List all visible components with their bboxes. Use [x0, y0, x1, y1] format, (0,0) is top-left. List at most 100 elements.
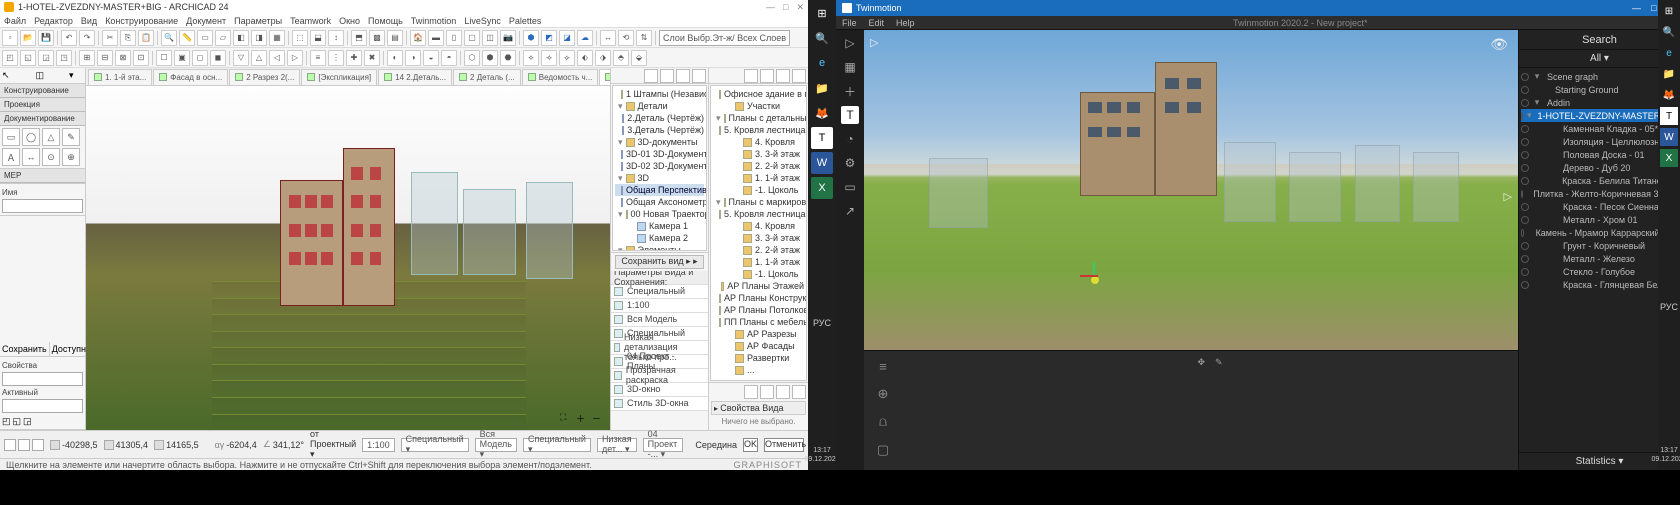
- archicad-3d-viewport[interactable]: ⛶ ＋ －: [86, 86, 610, 430]
- tool-icon[interactable]: △: [42, 128, 60, 146]
- tool-icon[interactable]: ⊞: [79, 50, 95, 66]
- ok-button[interactable]: OK: [743, 438, 758, 452]
- tree-row[interactable]: Развертки: [713, 352, 804, 364]
- tree-row[interactable]: АР Фасады: [713, 340, 804, 352]
- nav-btn-icon[interactable]: [692, 69, 706, 83]
- tm-library-icon[interactable]: ▦: [841, 58, 859, 76]
- taskbar-excel-icon[interactable]: X: [1660, 149, 1678, 167]
- tool-icon[interactable]: ◁: [269, 50, 285, 66]
- mesh-icon[interactable]: ◫: [482, 30, 498, 46]
- tool-icon[interactable]: ◱: [13, 416, 22, 427]
- tm-arrow-icon[interactable]: ▷: [1504, 190, 1512, 203]
- tool-icon[interactable]: ⬙: [631, 50, 647, 66]
- taskbar-word-icon[interactable]: W: [811, 152, 833, 174]
- search-icon[interactable]: 🔍: [161, 30, 177, 46]
- wall-icon[interactable]: ▬: [428, 30, 444, 46]
- tool-icon[interactable]: ▩: [369, 30, 385, 46]
- twinmotion-titlebar[interactable]: Twinmotion — □ ✕: [836, 0, 1680, 16]
- tool-icon[interactable]: ⊙: [42, 148, 60, 166]
- scene-row[interactable]: Краска - Песок Сиенна: [1521, 200, 1678, 213]
- nav-btn-icon[interactable]: [644, 69, 658, 83]
- palette-head[interactable]: Проекция: [0, 98, 85, 112]
- tool-icon[interactable]: ▣: [174, 50, 190, 66]
- home-icon[interactable]: 🏠: [410, 30, 426, 46]
- tool-icon[interactable]: ↔: [22, 148, 40, 166]
- props-head[interactable]: Свойства Вида: [720, 403, 783, 413]
- nav-btn-icon[interactable]: [676, 69, 690, 83]
- view3d-icon[interactable]: ⬢: [523, 30, 539, 46]
- view-tab[interactable]: 2 Разрез 2(...: [229, 69, 300, 85]
- tool-icon[interactable]: ⬣: [500, 50, 516, 66]
- snap-icon[interactable]: [32, 439, 44, 451]
- layer-combo[interactable]: Слои Выбр.Эт-ж/ Всех Слоев: [659, 30, 790, 46]
- tool-icon[interactable]: ⊠: [115, 50, 131, 66]
- tool-icon[interactable]: ◑: [405, 50, 421, 66]
- tool-icon[interactable]: ▷: [287, 50, 303, 66]
- tool-icon[interactable]: ◰: [2, 416, 11, 427]
- tool-icon[interactable]: ⇅: [636, 30, 652, 46]
- tm-filter-all[interactable]: All ▾: [1519, 50, 1680, 68]
- zoom-out-icon[interactable]: －: [592, 412, 606, 426]
- scene-row[interactable]: Краска - Белила Титановые: [1521, 174, 1678, 187]
- tree-row[interactable]: -1. Цоколь: [713, 184, 804, 196]
- taskbar-search-icon[interactable]: 🔍: [811, 27, 833, 49]
- tm-gizmo-icon[interactable]: [1080, 262, 1110, 292]
- close-icon[interactable]: ✕: [796, 2, 804, 13]
- tm-move-icon[interactable]: ✥: [1197, 357, 1205, 368]
- tm-search-head[interactable]: Search: [1519, 30, 1680, 50]
- menu-edit[interactable]: Редактор: [34, 16, 73, 26]
- tool-icon[interactable]: ◻: [192, 50, 208, 66]
- new-icon[interactable]: ▫: [2, 30, 18, 46]
- tool-icon[interactable]: ◓: [441, 50, 457, 66]
- tree-row[interactable]: 2.Деталь (Чертёж): [615, 112, 704, 124]
- tree-row[interactable]: Офисное здание в г.Ростов-на-...: [713, 88, 804, 100]
- tree-row[interactable]: -1. Цоколь: [713, 268, 804, 280]
- view-tab[interactable]: 14 2.Деталь...: [378, 69, 452, 85]
- scene-row[interactable]: Металл - Хром 01: [1521, 213, 1678, 226]
- swatch[interactable]: [2, 372, 83, 386]
- scene-row[interactable]: ▾Addin: [1521, 96, 1678, 109]
- tree-row[interactable]: ▾Элементы: [615, 244, 704, 251]
- elevation-icon[interactable]: ◪: [559, 30, 575, 46]
- tool-icon[interactable]: ▽: [233, 50, 249, 66]
- tool-icon[interactable]: ⊟: [97, 50, 113, 66]
- taskbar-excel-icon[interactable]: X: [811, 177, 833, 199]
- tool-icon[interactable]: ⟲: [618, 30, 634, 46]
- tool-icon[interactable]: ⊕: [62, 148, 80, 166]
- tool-icon[interactable]: ◒: [423, 50, 439, 66]
- scale-combo[interactable]: 1:100: [362, 438, 395, 452]
- scene-row[interactable]: Каменная Кладка - 05*20: [1521, 122, 1678, 135]
- view-tab[interactable]: 1. 1-й эта...: [88, 69, 152, 85]
- tree-row[interactable]: 5. Кровля лестница: [713, 124, 804, 136]
- archicad-titlebar[interactable]: 1-HOTEL-ZVEZDNY-MASTER+BIG - ARCHICAD 24…: [0, 0, 808, 14]
- tool-icon[interactable]: ▭: [197, 30, 213, 46]
- taskbar-clock[interactable]: 13:1709.12.2020: [804, 446, 839, 468]
- marquee-tool-icon[interactable]: ◫: [36, 70, 68, 81]
- origin-combo[interactable]: от Проектный ▾: [310, 429, 356, 460]
- tree-row[interactable]: АР Планы Потолков: [713, 304, 804, 316]
- tm-eye-icon[interactable]: 👁: [1490, 36, 1508, 53]
- maximize-icon[interactable]: □: [1651, 3, 1656, 14]
- snap-icon[interactable]: [4, 439, 16, 451]
- scene-row[interactable]: Краска - Глянцевая Белая: [1521, 278, 1678, 291]
- taskbar-folder-icon[interactable]: 📁: [1660, 65, 1678, 83]
- scene-row[interactable]: ▾Scene graph: [1521, 70, 1678, 83]
- taskbar-firefox-icon[interactable]: 🦊: [811, 102, 833, 124]
- tool-icon[interactable]: △: [251, 50, 267, 66]
- tm-box-icon[interactable]: ▢: [874, 441, 892, 459]
- minimize-icon[interactable]: —: [1632, 3, 1641, 14]
- taskbar-twinmotion-icon[interactable]: T: [1660, 107, 1678, 125]
- tool-icon[interactable]: ✖: [364, 50, 380, 66]
- zoom-in-icon[interactable]: ＋: [576, 412, 590, 426]
- tool-icon[interactable]: ◼: [210, 50, 226, 66]
- tool-icon[interactable]: ✚: [346, 50, 362, 66]
- windows-taskbar-right[interactable]: ⊞🔍e📁🦊TWXРУС13:1709.12.2020: [1658, 0, 1680, 470]
- tree-row[interactable]: Общая Перспектива: [615, 184, 704, 196]
- nav-btn-icon[interactable]: [660, 69, 674, 83]
- tool-icon[interactable]: ☐: [156, 50, 172, 66]
- settings-row[interactable]: Стиль 3D-окна: [611, 397, 708, 411]
- view-tab[interactable]: 2 Деталь (...: [453, 69, 521, 85]
- scene-row[interactable]: ▾1-HOTEL-ZVEZDNY-MASTER+BIG.pln: [1521, 109, 1678, 122]
- tm-gear-icon[interactable]: ⚙: [841, 154, 859, 172]
- tool-icon[interactable]: ↔: [600, 30, 616, 46]
